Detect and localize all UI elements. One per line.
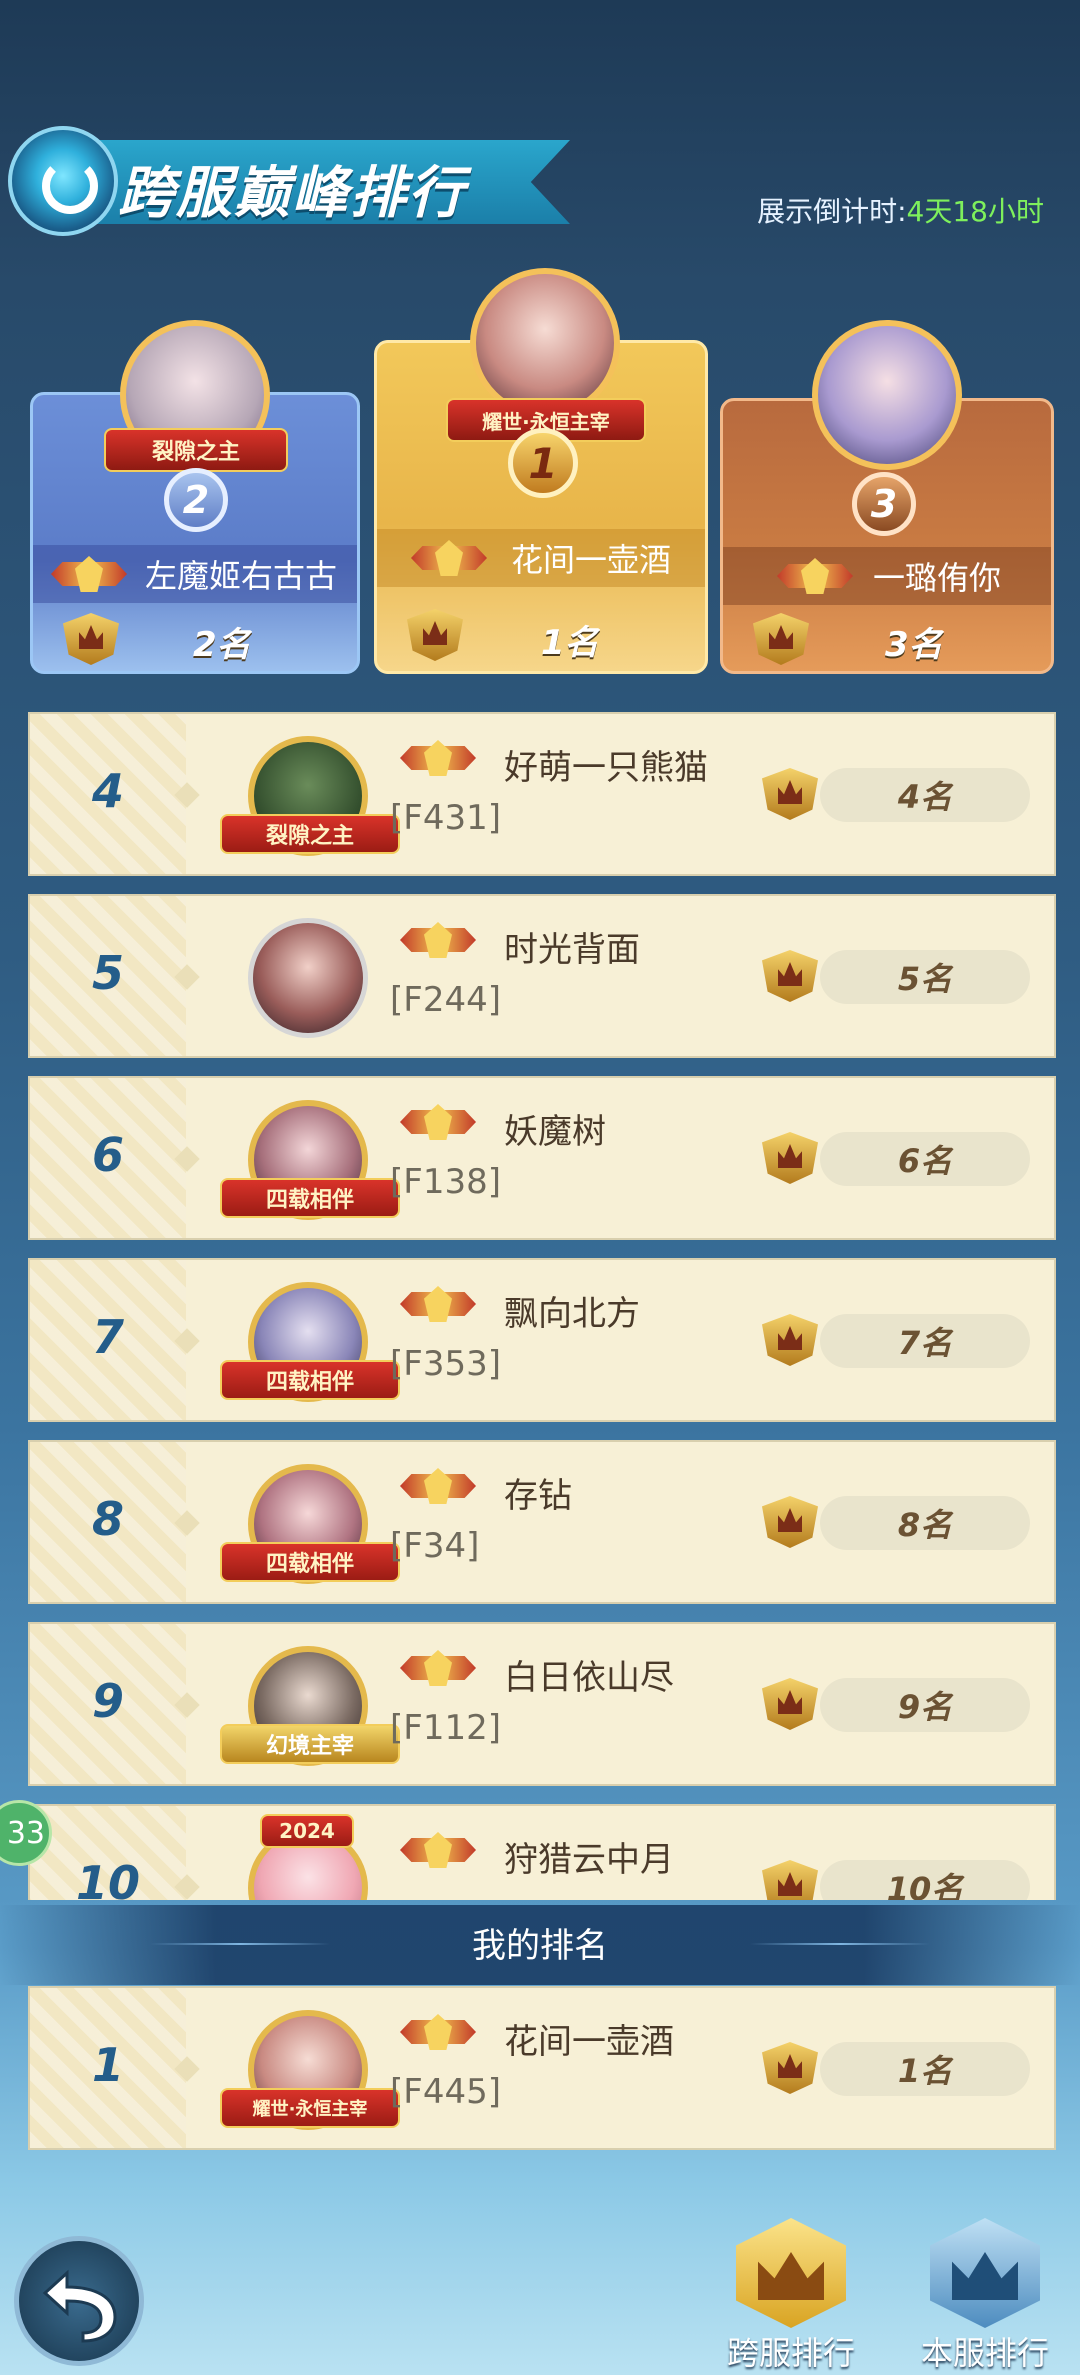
rank-pill: 8名 bbox=[820, 1496, 1030, 1550]
vip-badge-icon bbox=[392, 1648, 484, 1688]
player-name: 飘向北方 bbox=[504, 1294, 640, 1334]
rank-pill: 10名 bbox=[820, 1860, 1030, 1900]
ranking-emblem-icon bbox=[8, 126, 118, 236]
rank-medal-icon bbox=[758, 1126, 822, 1190]
podium-name-band: 花间一壶酒 bbox=[377, 529, 705, 587]
rank-number: 10 bbox=[75, 1856, 140, 1900]
rank-medal-icon bbox=[758, 944, 822, 1008]
podium-name: 花间一壶酒 bbox=[511, 541, 672, 579]
podium-name-band: 左魔姬右古古 bbox=[33, 545, 357, 603]
player-name: 时光背面 bbox=[504, 930, 640, 970]
rank-pill: 9名 bbox=[820, 1678, 1030, 1732]
podium-title-frame: 裂隙之主 bbox=[104, 428, 288, 472]
server-id: [F34] bbox=[390, 1526, 480, 1566]
podium-name: 一璐侑你 bbox=[873, 559, 1002, 597]
server-id: [F112] bbox=[390, 1708, 501, 1748]
avatar-title-frame: 裂隙之主 bbox=[220, 814, 400, 854]
rank-pill: 6名 bbox=[820, 1132, 1030, 1186]
vip-badge-icon bbox=[403, 538, 495, 578]
server-id: [F138] bbox=[390, 1162, 501, 1202]
vip-badge-icon bbox=[392, 2012, 484, 2052]
avatar-title-frame: 四载相伴 bbox=[220, 1360, 400, 1400]
avatar-title-frame: 耀世·永恒主宰 bbox=[220, 2088, 400, 2128]
rank-pill: 4名 bbox=[820, 768, 1030, 822]
podium-rank: 2名 bbox=[193, 625, 251, 665]
server-id: [F431] bbox=[390, 798, 501, 838]
player-name: 好萌一只熊猫 bbox=[504, 748, 708, 788]
table-row[interactable]: 4 裂隙之主 好萌一只熊猫 [F431] 4名 bbox=[28, 712, 1056, 876]
ranking-list[interactable]: 4 裂隙之主 好萌一只熊猫 [F431] 4名 5 时光背面 [F244] 5名… bbox=[0, 712, 1080, 1900]
vip-badge-icon bbox=[43, 554, 135, 594]
rank-number: 1 bbox=[91, 2038, 124, 2092]
countdown-value: 4天18小时 bbox=[906, 195, 1044, 228]
avatar-title-frame: 2024 bbox=[260, 1814, 354, 1848]
server-id: [F445] bbox=[390, 2072, 501, 2112]
vip-badge-icon bbox=[392, 1466, 484, 1506]
back-arrow-icon bbox=[42, 2269, 117, 2343]
avatar-title-frame: 幻境主宰 bbox=[220, 1724, 400, 1764]
podium-name-band: 一璐侑你 bbox=[723, 547, 1051, 605]
vip-badge-icon bbox=[392, 738, 484, 778]
player-name: 妖魔树 bbox=[504, 1112, 606, 1152]
rank-number: 7 bbox=[91, 1310, 124, 1364]
rank-medal-icon bbox=[758, 2036, 822, 2100]
rank-number: 6 bbox=[91, 1128, 124, 1182]
rank-medal-icon bbox=[758, 762, 822, 826]
table-row[interactable]: 8 四载相伴 存钻 [F34] 8名 bbox=[28, 1440, 1056, 1604]
vip-badge-icon bbox=[392, 1284, 484, 1324]
server-id: [F244] bbox=[390, 980, 501, 1020]
table-row[interactable]: 10 2024 狩猎云中月 10名 bbox=[28, 1804, 1056, 1900]
rank-medal-icon bbox=[749, 607, 813, 671]
table-row[interactable]: 9 幻境主宰 白日依山尽 [F112] 9名 bbox=[28, 1622, 1056, 1786]
player-name: 狩猎云中月 bbox=[504, 1840, 674, 1880]
my-rank-title: 我的排名 bbox=[472, 1926, 608, 1966]
table-row[interactable]: 5 时光背面 [F244] 5名 bbox=[28, 894, 1056, 1058]
player-name: 白日依山尽 bbox=[504, 1658, 674, 1698]
rank-number: 4 bbox=[91, 764, 124, 818]
podium-name: 左魔姬右古古 bbox=[145, 557, 338, 595]
rank-pill: 5名 bbox=[820, 950, 1030, 1004]
tab-cross-server[interactable]: 跨服排行 bbox=[716, 2208, 866, 2372]
player-name: 花间一壶酒 bbox=[504, 2022, 674, 2062]
player-avatar[interactable] bbox=[248, 918, 368, 1038]
tab-local-server-label: 本服排行 bbox=[920, 2334, 1049, 2372]
rank-medal-icon bbox=[758, 1672, 822, 1736]
rank-medal-icon bbox=[59, 607, 123, 671]
avatar-title-frame: 四载相伴 bbox=[220, 1542, 400, 1582]
rank-number: 9 bbox=[91, 1674, 124, 1728]
countdown: 展示倒计时:4天18小时 bbox=[757, 190, 1044, 230]
countdown-label: 展示倒计时: bbox=[757, 195, 907, 228]
podium-rank: 1名 bbox=[541, 623, 599, 663]
rank-medal-icon bbox=[758, 1490, 822, 1554]
tab-cross-server-label: 跨服排行 bbox=[726, 2334, 855, 2372]
vip-badge-icon bbox=[392, 1830, 484, 1870]
my-rank-row[interactable]: 1 耀世·永恒主宰 花间一壶酒 [F445] 1名 bbox=[28, 1986, 1056, 2150]
rank-number: 8 bbox=[91, 1492, 124, 1546]
place-badge-2: 2 bbox=[164, 468, 228, 532]
rank-medal-icon bbox=[758, 1854, 822, 1900]
podium-avatar-3[interactable] bbox=[812, 320, 962, 470]
rank-medal-icon bbox=[758, 1308, 822, 1372]
page-title: 跨服巅峰排行 bbox=[118, 161, 466, 226]
player-name: 存钻 bbox=[504, 1476, 572, 1516]
rank-pill: 1名 bbox=[820, 2042, 1030, 2096]
vip-badge-icon bbox=[769, 556, 861, 596]
rank-pill: 7名 bbox=[820, 1314, 1030, 1368]
table-row[interactable]: 7 四载相伴 飘向北方 [F353] 7名 bbox=[28, 1258, 1056, 1422]
podium-avatar-1[interactable] bbox=[470, 268, 620, 418]
place-badge-3: 3 bbox=[852, 472, 916, 536]
place-badge-1: 1 bbox=[508, 428, 578, 498]
vip-badge-icon bbox=[392, 1102, 484, 1142]
vip-badge-icon bbox=[392, 920, 484, 960]
podium-rank: 3名 bbox=[885, 625, 943, 665]
rank-medal-icon bbox=[403, 603, 467, 667]
table-row[interactable]: 6 四载相伴 妖魔树 [F138] 6名 bbox=[28, 1076, 1056, 1240]
avatar-title-frame: 四载相伴 bbox=[220, 1178, 400, 1218]
tab-local-server[interactable]: 本服排行 bbox=[910, 2208, 1060, 2372]
back-button[interactable] bbox=[14, 2236, 144, 2366]
server-id: [F353] bbox=[390, 1344, 501, 1384]
rank-number: 5 bbox=[91, 946, 124, 1000]
